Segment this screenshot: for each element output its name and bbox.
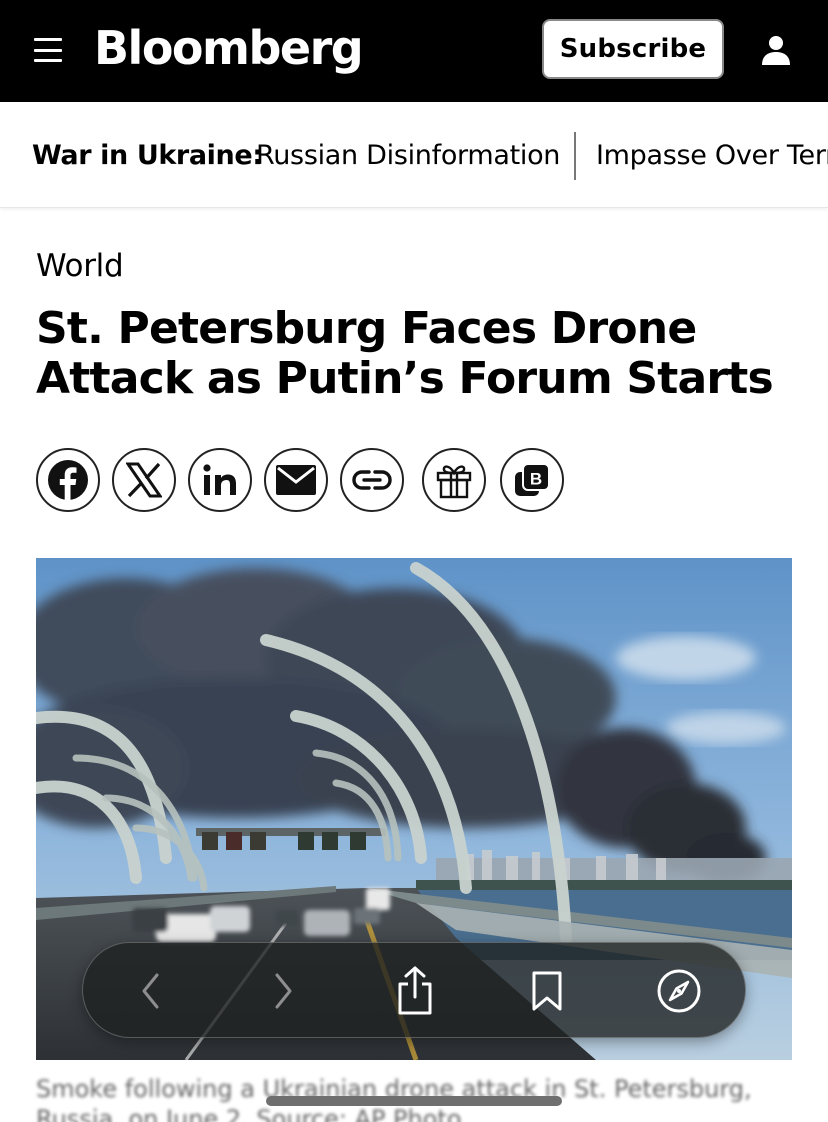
- topic-subnav: War in Ukraine: Russian Disinformation I…: [0, 102, 828, 208]
- compass-icon: [657, 969, 701, 1013]
- facebook-icon: [48, 460, 88, 500]
- user-account-icon[interactable]: [760, 34, 792, 66]
- svg-text:B: B: [530, 470, 542, 489]
- top-header: Bloomberg Subscribe: [0, 0, 828, 102]
- subnav-link-russian-disinformation[interactable]: Russian Disinformation: [256, 140, 560, 171]
- browser-forward-button[interactable]: [259, 967, 307, 1015]
- share-linkedin-button[interactable]: [188, 448, 252, 512]
- share-icon: [398, 966, 432, 1015]
- article-headline: St. Petersburg Faces Drone Attack as Put…: [36, 303, 774, 404]
- browser-share-button[interactable]: [391, 966, 439, 1015]
- x-icon: [126, 462, 162, 498]
- subnav-link-impasse[interactable]: Impasse Over Terr: [596, 140, 828, 171]
- link-icon: [352, 470, 392, 490]
- share-toolbar: B: [36, 448, 596, 512]
- linkedin-icon: [203, 464, 236, 495]
- subscribe-button[interactable]: Subscribe: [542, 19, 724, 79]
- browser-bookmarks-button[interactable]: [523, 967, 571, 1015]
- share-x-button[interactable]: [112, 448, 176, 512]
- share-email-button[interactable]: [264, 448, 328, 512]
- bloomberg-app-button[interactable]: B: [500, 448, 564, 512]
- browser-back-button[interactable]: [127, 967, 175, 1015]
- copy-link-button[interactable]: [340, 448, 404, 512]
- bloomberg-logo[interactable]: Bloomberg: [94, 18, 364, 78]
- email-icon: [276, 465, 316, 495]
- gift-icon: [436, 465, 472, 499]
- section-label[interactable]: World: [36, 248, 124, 284]
- subnav-divider: [574, 132, 576, 180]
- subnav-topic-label[interactable]: War in Ukraine:: [32, 140, 263, 171]
- browser-tabs-button[interactable]: [655, 967, 703, 1015]
- back-icon: [142, 973, 159, 1009]
- forward-icon: [275, 973, 292, 1009]
- bookmarks-icon: [532, 971, 562, 1011]
- share-facebook-button[interactable]: [36, 448, 100, 512]
- menu-icon[interactable]: [34, 38, 62, 62]
- home-indicator[interactable]: [266, 1096, 562, 1106]
- browser-toolbar: [82, 942, 746, 1038]
- bloomberg-b-icon: B: [515, 463, 550, 496]
- gift-article-button[interactable]: [422, 448, 486, 512]
